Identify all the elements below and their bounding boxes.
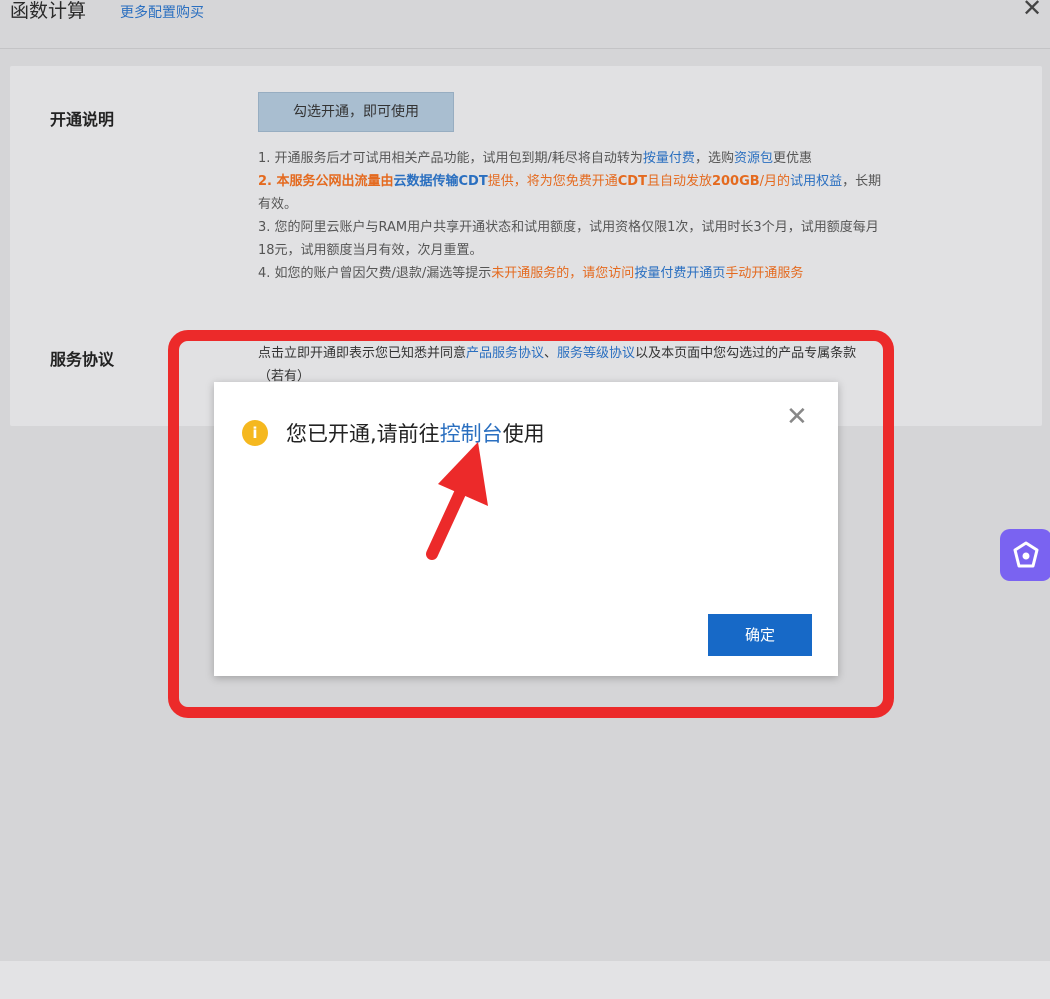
note-1-text: 1. 开通服务后才可试用相关产品功能，试用包到期/耗尽将自动转为: [258, 151, 643, 166]
agreement-sep: 、: [544, 346, 558, 361]
note-3: 3. 您的阿里云账户与RAM用户共享开通状态和试用额度，试用资格仅限1次，试用时…: [258, 216, 1028, 262]
note-2-part3: 且自动发放: [646, 174, 712, 189]
note-2-bold1: CDT: [617, 174, 647, 189]
dialog-close-icon[interactable]: ✕: [786, 404, 808, 430]
note-2-part1: 2. 本服务公网出流量由: [258, 174, 394, 189]
ai-assistant-icon[interactable]: [1000, 529, 1050, 581]
trial-benefit-link[interactable]: 试用权益: [790, 174, 842, 189]
activated-dialog: i 您已开通,请前往控制台使用 ✕ 确定: [214, 382, 838, 676]
more-config-purchase-link[interactable]: 更多配置购买: [120, 2, 204, 22]
dialog-message-prefix: 您已开通,请前往: [286, 422, 440, 446]
activation-notes: 1. 开通服务后才可试用相关产品功能，试用包到期/耗尽将自动转为按量付费，选购资…: [258, 147, 1028, 285]
agreement-prefix: 点击立即开通即表示您已知悉并同意: [258, 346, 467, 361]
sla-link[interactable]: 服务等级协议: [557, 346, 635, 361]
check-to-activate-button[interactable]: 勾选开通，即可使用: [258, 92, 454, 132]
console-link[interactable]: 控制台: [440, 422, 503, 446]
agreement-label: 服务协议: [50, 350, 115, 369]
note-2-line2: 有效。: [258, 197, 298, 212]
product-service-agreement-link[interactable]: 产品服务协议: [466, 346, 544, 361]
info-icon: i: [242, 420, 268, 446]
resource-pack-link[interactable]: 资源包: [734, 151, 773, 166]
note-3-line2: 18元，试用额度当月有效，次月重置。: [258, 243, 483, 258]
pay-as-you-go-activation-page-link[interactable]: 按量付费开通页: [634, 266, 725, 281]
note-1-middle: ，选购: [694, 151, 734, 166]
note-4-orange: 未开通服务的，请您访问: [491, 266, 635, 281]
note-4-part1: 4. 如您的账户曾因欠费/退款/漏选等提示: [258, 266, 492, 281]
pay-as-you-go-link[interactable]: 按量付费: [643, 151, 695, 166]
bottom-bar: [0, 961, 1050, 999]
note-2-part5: ，长期: [842, 174, 882, 189]
page-title: 函数计算: [10, 0, 87, 22]
page-header: 函数计算 更多配置购买 ✕: [0, 0, 1050, 49]
note-2-part2: 提供，将为您免费开通: [487, 174, 618, 189]
agreement-suffix: 以及本页面中您勾选过的产品专属条款: [635, 346, 857, 361]
note-4-suffix: 手动开通服务: [725, 266, 804, 281]
note-1: 1. 开通服务后才可试用相关产品功能，试用包到期/耗尽将自动转为按量付费，选购资…: [258, 147, 1028, 170]
note-3-line1: 3. 您的阿里云账户与RAM用户共享开通状态和试用额度，试用资格仅限1次，试用时…: [258, 220, 879, 235]
dialog-message-suffix: 使用: [502, 422, 545, 446]
note-1-suffix: 更优惠: [772, 151, 812, 166]
cdt-link[interactable]: 云数据传输CDT: [394, 174, 488, 189]
close-icon[interactable]: ✕: [1022, 0, 1042, 22]
dialog-message: 您已开通,请前往控制台使用: [286, 418, 545, 448]
note-4: 4. 如您的账户曾因欠费/退款/漏选等提示未开通服务的，请您访问按量付费开通页手…: [258, 262, 1028, 285]
activation-label: 开通说明: [50, 110, 115, 129]
note-2: 2. 本服务公网出流量由云数据传输CDT提供，将为您免费开通CDT且自动发放20…: [258, 170, 1028, 216]
confirm-button[interactable]: 确定: [708, 614, 812, 656]
note-2-part4: /月的: [759, 174, 791, 189]
content-panel: 开通说明 勾选开通，即可使用 1. 开通服务后才可试用相关产品功能，试用包到期/…: [10, 66, 1042, 426]
note-2-bold2: 200GB: [711, 174, 760, 189]
